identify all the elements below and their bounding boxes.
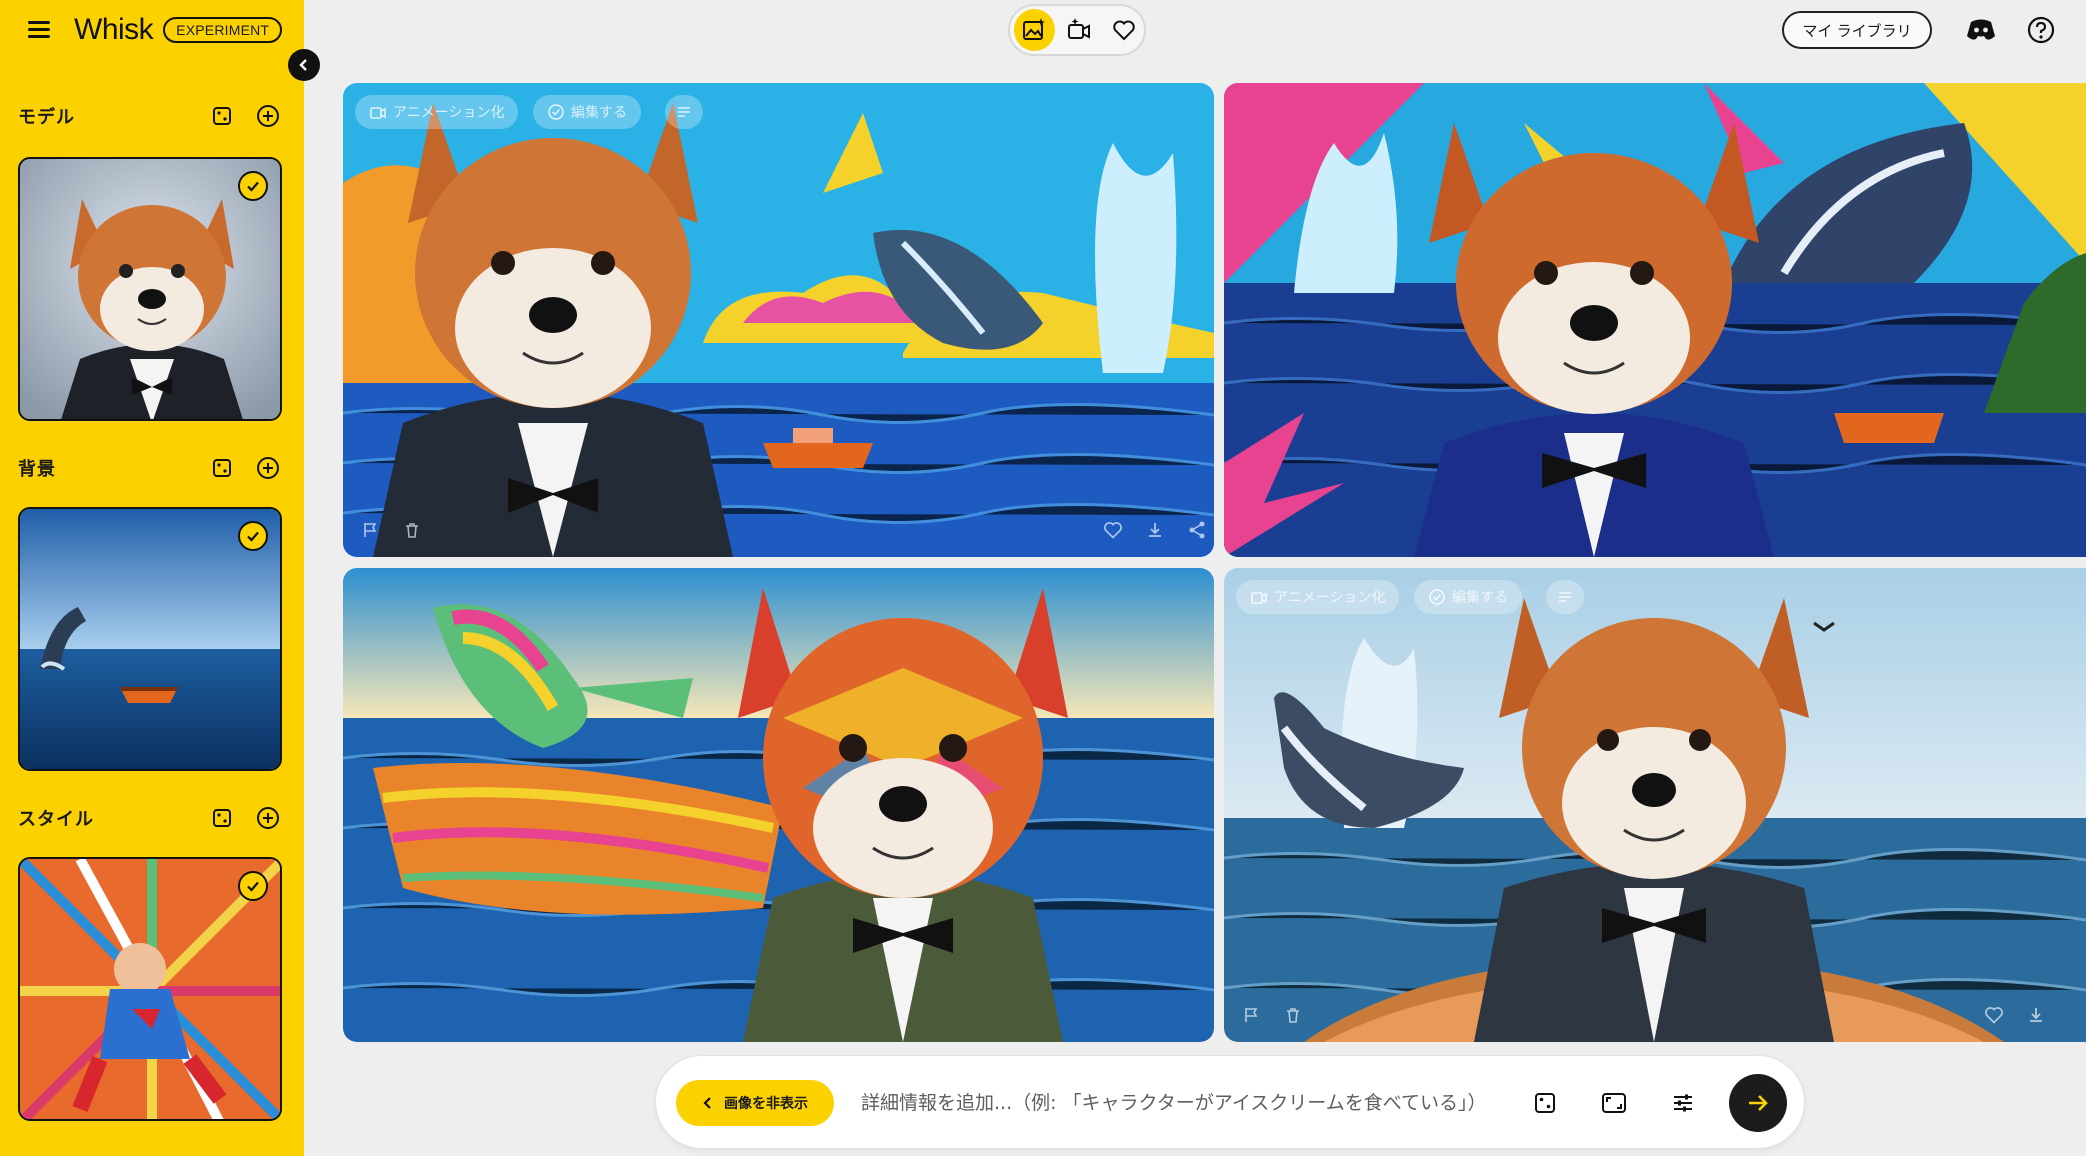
flag-icon[interactable]: [1238, 1002, 1264, 1028]
animate-label: アニメーション化: [1274, 589, 1386, 605]
style-thumbnail[interactable]: [18, 857, 282, 1121]
section-background-title: 背景: [18, 459, 56, 479]
heart-icon: [1112, 20, 1135, 41]
download-icon[interactable]: [2023, 1002, 2049, 1028]
submit-button[interactable]: [1729, 1074, 1787, 1132]
dice-icon[interactable]: [208, 102, 236, 130]
edit-button[interactable]: 編集する: [533, 95, 641, 129]
check-icon[interactable]: [238, 171, 268, 201]
add-circle-icon[interactable]: [254, 804, 282, 832]
image-sparkle-icon: [1023, 18, 1046, 40]
edit-label: 編集する: [571, 104, 627, 120]
section-model-title: モデル: [18, 107, 75, 127]
mode-switcher: [1008, 4, 1146, 56]
prompt-toggle-button[interactable]: [665, 95, 703, 129]
video-mode-button[interactable]: [1059, 9, 1100, 51]
download-icon[interactable]: [1142, 517, 1168, 543]
arrow-right-icon: [1749, 1095, 1768, 1111]
text-lines-icon: [1559, 592, 1571, 602]
heart-icon[interactable]: [1100, 517, 1126, 543]
aspect-ratio-icon[interactable]: [1598, 1087, 1630, 1119]
dice-icon[interactable]: [1529, 1087, 1561, 1119]
animate-label: アニメーション化: [393, 104, 505, 120]
help-icon[interactable]: [2025, 14, 2057, 46]
my-library-button[interactable]: マイ ライブラリ: [1782, 11, 1932, 49]
check-circle-icon: [548, 104, 564, 120]
hide-images-label: 画像を非表示: [724, 1095, 808, 1111]
image-mode-button[interactable]: [1014, 9, 1055, 51]
section-style-header: スタイル: [18, 802, 282, 834]
app-name: Whisk: [74, 13, 154, 46]
delete-icon[interactable]: [399, 517, 425, 543]
dice-icon[interactable]: [208, 454, 236, 482]
check-circle-icon: [1429, 589, 1445, 605]
result-image-1[interactable]: アニメーション化 編集する: [343, 83, 1214, 557]
add-circle-icon[interactable]: [254, 454, 282, 482]
text-lines-icon: [678, 107, 690, 117]
favorites-button[interactable]: [1103, 9, 1144, 51]
edit-button[interactable]: 編集する: [1414, 580, 1522, 614]
share-icon[interactable]: [1184, 517, 1210, 543]
chevron-left-icon: [299, 59, 307, 71]
discord-icon[interactable]: [1965, 14, 1997, 46]
brand: Whisk EXPERIMENT: [26, 13, 283, 46]
check-icon[interactable]: [238, 871, 268, 901]
add-circle-icon[interactable]: [254, 102, 282, 130]
delete-icon[interactable]: [1280, 1002, 1306, 1028]
sidebar: Whisk EXPERIMENT モデル 背景 スタイル: [0, 0, 304, 1156]
whisk-app: Whisk EXPERIMENT モデル 背景 スタイル マイ ライブラリ アニ…: [0, 0, 2086, 1156]
check-icon[interactable]: [238, 521, 268, 551]
chevron-left-icon: [703, 1097, 711, 1109]
animate-icon: [370, 107, 386, 119]
prompt-input[interactable]: [861, 1082, 1501, 1124]
section-model-header: モデル: [18, 100, 282, 132]
model-thumbnail[interactable]: [18, 157, 282, 421]
menu-icon[interactable]: [26, 20, 52, 40]
flag-icon[interactable]: [357, 517, 383, 543]
dice-icon[interactable]: [208, 804, 236, 832]
section-style-title: スタイル: [18, 809, 94, 829]
collapse-sidebar-button[interactable]: [288, 49, 320, 81]
video-sparkle-icon: [1068, 18, 1090, 39]
animate-icon: [1251, 592, 1267, 604]
experiment-badge: EXPERIMENT: [163, 17, 283, 43]
animate-button[interactable]: アニメーション化: [355, 95, 519, 129]
result-image-2[interactable]: [1224, 83, 2086, 557]
settings-sliders-icon[interactable]: [1667, 1087, 1699, 1119]
prompt-toggle-button[interactable]: [1546, 580, 1584, 614]
background-thumbnail[interactable]: [18, 507, 282, 771]
prompt-bar: 画像を非表示: [655, 1055, 1805, 1149]
section-background-header: 背景: [18, 452, 282, 484]
heart-icon[interactable]: [1981, 1002, 2007, 1028]
hide-images-button[interactable]: 画像を非表示: [676, 1080, 834, 1126]
animate-button[interactable]: アニメーション化: [1236, 580, 1400, 614]
edit-label: 編集する: [1452, 589, 1508, 605]
result-image-4[interactable]: アニメーション化 編集する: [1224, 568, 2086, 1042]
result-image-3[interactable]: [343, 568, 1214, 1042]
